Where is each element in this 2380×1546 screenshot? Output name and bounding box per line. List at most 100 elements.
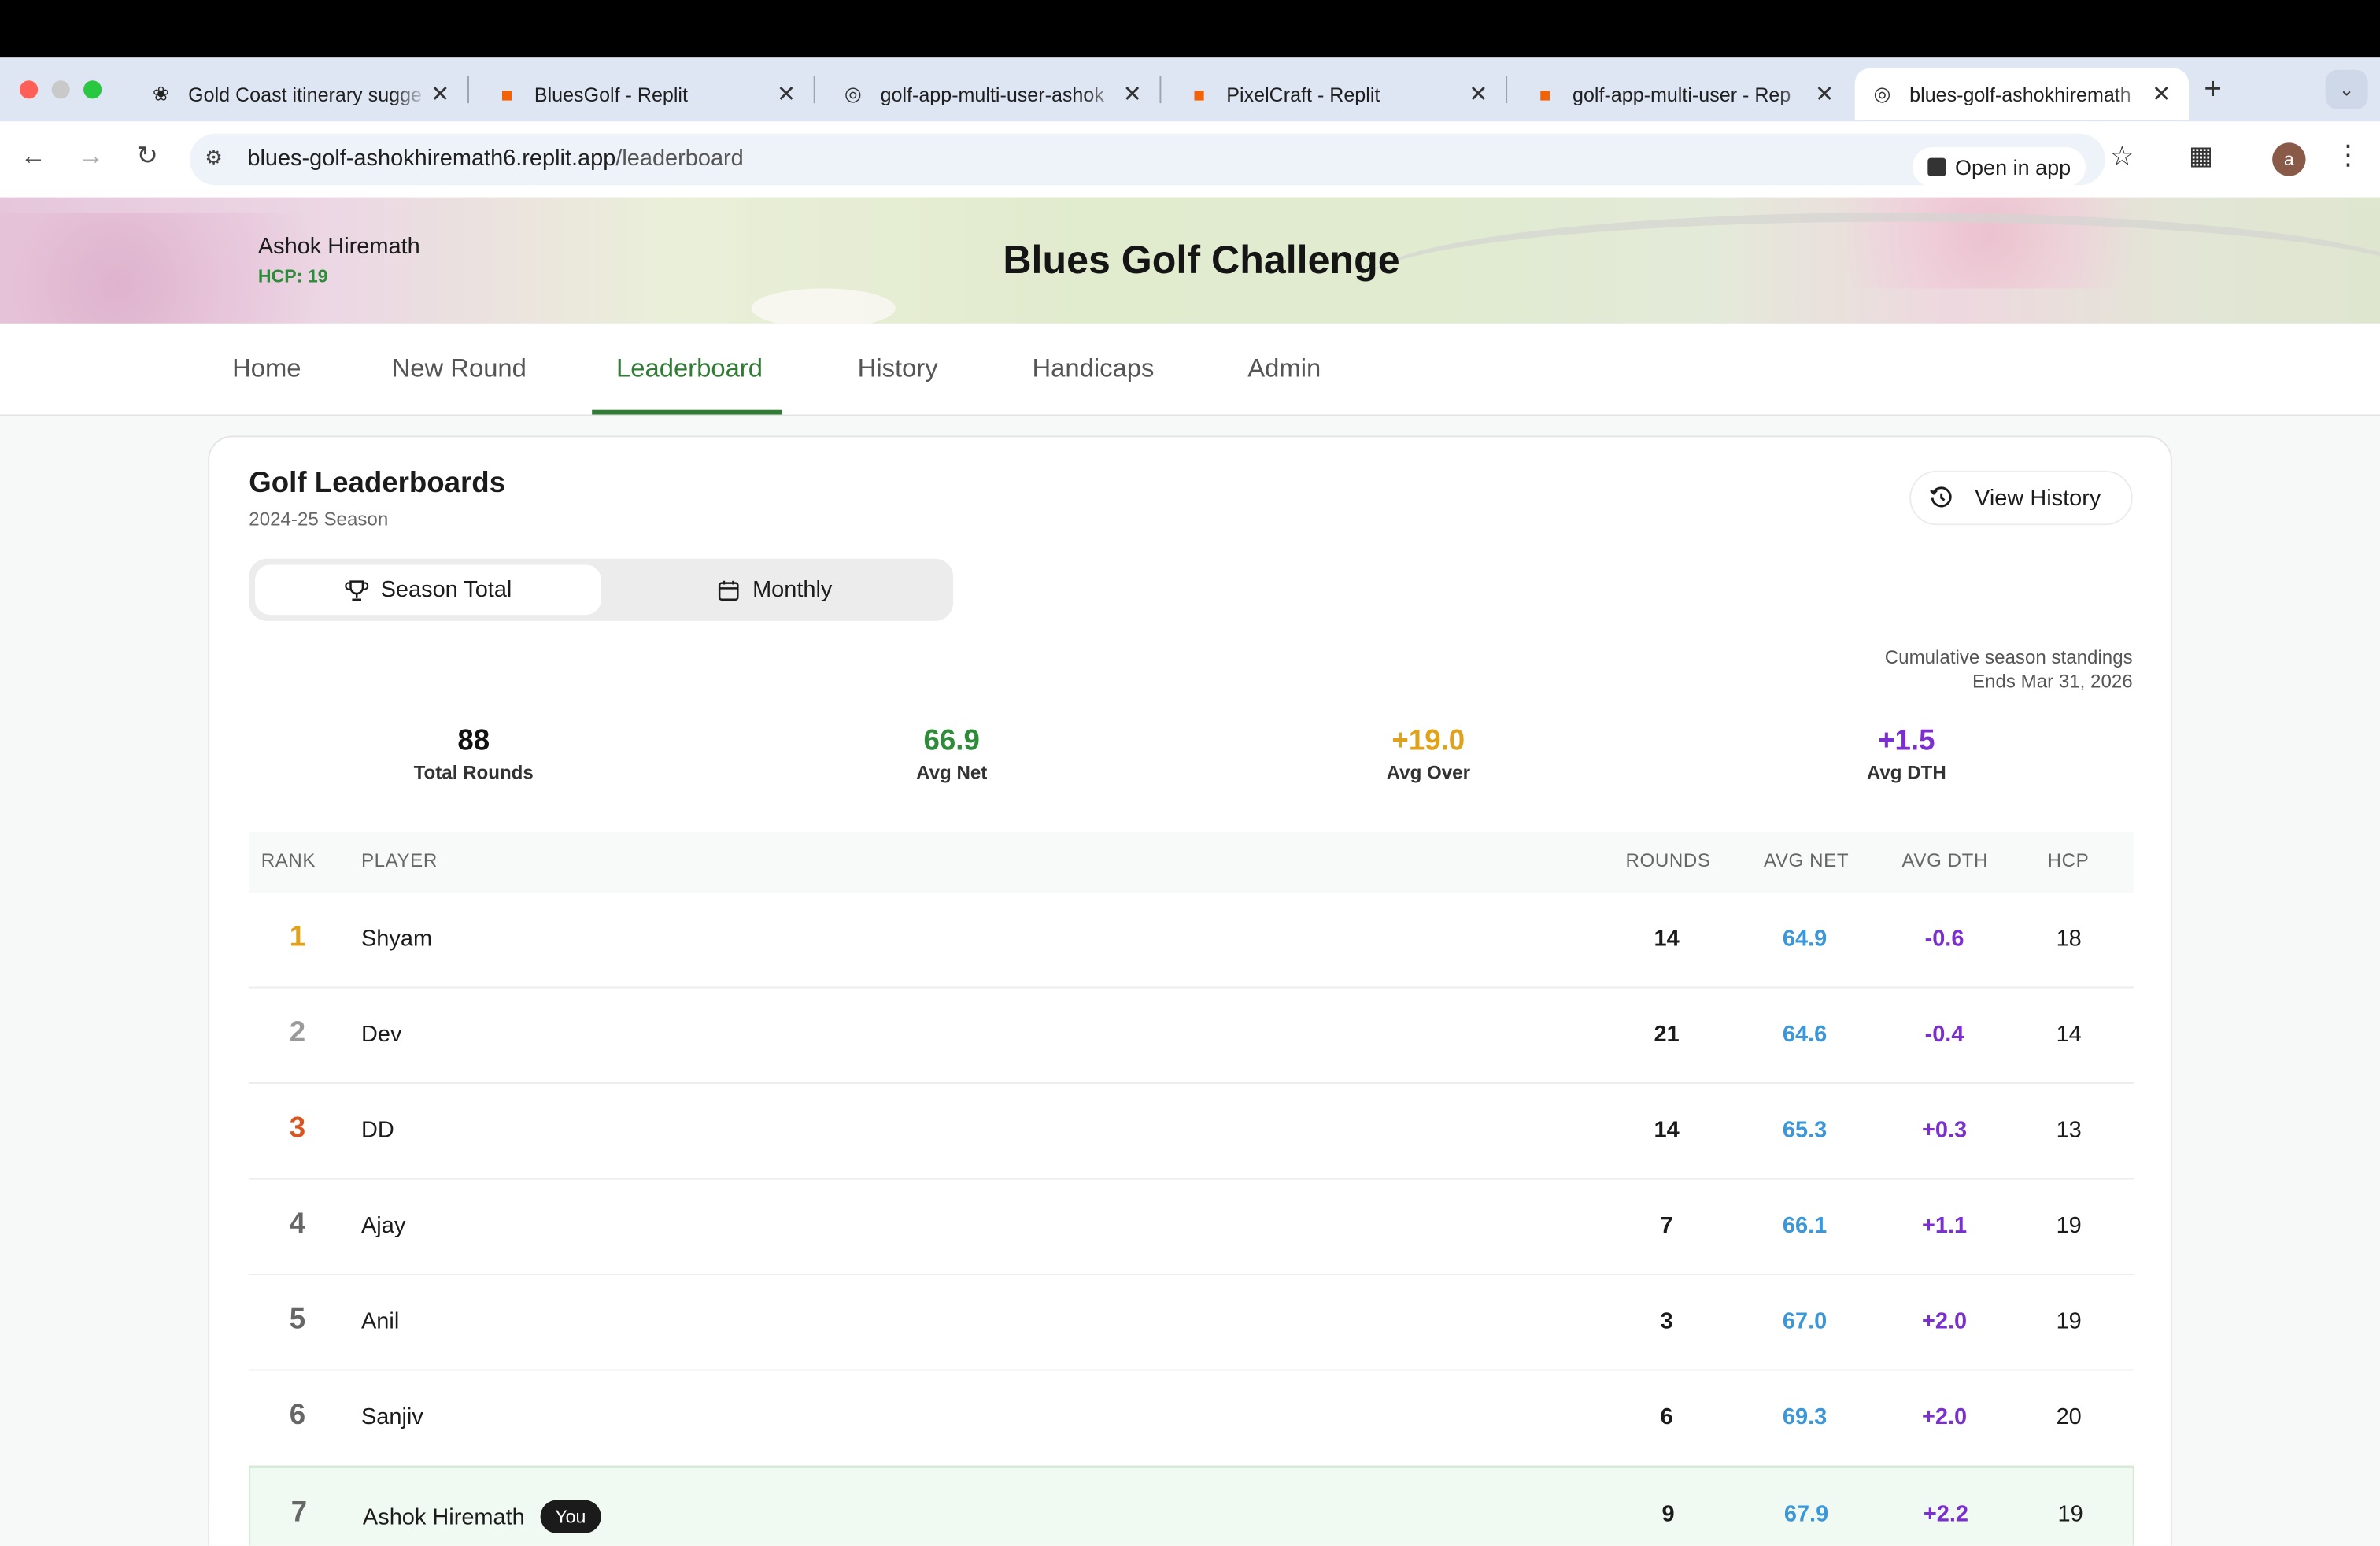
browser-tab[interactable]: ■ BluesGolf - Replit ✕ — [479, 68, 813, 120]
hcp-cell: 13 — [2056, 1117, 2082, 1144]
rounds-cell: 21 — [1654, 1021, 1680, 1048]
table-row[interactable]: 7 Ashok Hiremath You 9 67.9 +2.2 19 — [249, 1466, 2134, 1546]
view-history-label: View History — [1975, 485, 2101, 511]
table-row[interactable]: 2 Dev 21 64.6 -0.4 14 — [249, 988, 2134, 1085]
rank-cell: 5 — [289, 1304, 306, 1337]
table-row[interactable]: 5 Anil 3 67.0 +2.0 19 — [249, 1275, 2134, 1371]
close-tab-icon[interactable]: ✕ — [1120, 80, 1144, 108]
tab-label: golf-app-multi-user-ashok — [880, 83, 1104, 106]
table-row[interactable]: 6 Sanjiv 6 69.3 +2.0 20 — [249, 1370, 2134, 1467]
stat-value: +1.5 — [1878, 725, 1935, 758]
column-rank[interactable]: RANK — [261, 850, 316, 871]
rounds-cell: 6 — [1660, 1404, 1673, 1430]
season-total-label: Season Total — [380, 576, 512, 603]
table-row[interactable]: 1 Shyam 14 64.9 -0.6 18 — [249, 893, 2134, 989]
avg-dth-cell: +2.0 — [1921, 1404, 1968, 1430]
monthly-tab[interactable]: Monthly — [601, 564, 948, 615]
table-row[interactable]: 3 DD 14 65.3 +0.3 13 — [249, 1084, 2134, 1180]
open-in-app-button[interactable]: Open in app — [1913, 147, 2086, 187]
replit-icon: ■ — [1193, 83, 1206, 106]
new-tab-icon[interactable]: + — [2204, 73, 2222, 108]
tab-separator — [813, 76, 815, 104]
app-title: Blues Golf Challenge — [1003, 236, 1400, 283]
app-icon — [1927, 157, 1946, 176]
close-tab-icon[interactable]: ✕ — [2149, 80, 2174, 108]
window-title-bar — [0, 0, 2380, 58]
bookmark-star-icon[interactable]: ☆ — [2110, 141, 2134, 173]
stat-label: Avg Over — [1386, 762, 1470, 784]
tab-search-icon[interactable]: ⌄ — [2325, 69, 2368, 109]
nav-handicaps[interactable]: Handicaps — [1032, 353, 1154, 384]
stat-value: +19.0 — [1391, 725, 1465, 758]
avg-net-cell: 67.0 — [1782, 1308, 1828, 1335]
url-text[interactable]: blues-golf-ashokhiremath6.replit.app/lea… — [247, 146, 743, 172]
browser-menu-icon[interactable]: ⋮ — [2334, 139, 2362, 172]
monthly-label: Monthly — [752, 576, 833, 603]
column-hcp[interactable]: HCP — [2048, 850, 2090, 871]
stat-label: Avg Net — [916, 762, 988, 784]
nav-leaderboard[interactable]: Leaderboard — [616, 353, 763, 384]
profile-avatar[interactable]: a — [2272, 142, 2306, 176]
open-in-app-label: Open in app — [1955, 154, 2071, 179]
column-rounds[interactable]: ROUNDS — [1626, 850, 1711, 871]
season-label: 2024-25 Season — [249, 509, 389, 531]
rank-cell: 6 — [289, 1400, 306, 1432]
hcp-cell: 20 — [2056, 1404, 2082, 1430]
player-name: Ajay — [361, 1212, 406, 1239]
nav-admin[interactable]: Admin — [1247, 353, 1321, 384]
browser-tab[interactable]: ■ golf-app-multi-user - Rep ✕ — [1518, 68, 1852, 120]
close-tab-icon[interactable]: ✕ — [428, 80, 453, 108]
close-tab-icon[interactable]: ✕ — [1813, 80, 1837, 108]
nav-history[interactable]: History — [858, 353, 938, 384]
column-avg-dth[interactable]: AVG DTH — [1902, 850, 1988, 871]
close-tab-icon[interactable]: ✕ — [774, 80, 799, 108]
rounds-cell: 14 — [1654, 926, 1680, 952]
player-cell: Ashok Hiremath You — [363, 1500, 601, 1534]
browser-tab[interactable]: ◎ blues-golf-ashokhiremath ✕ — [1854, 68, 2190, 120]
browser-tab[interactable]: ❀ Gold Coast itinerary sugge ✕ — [134, 68, 468, 120]
table-row[interactable]: 4 Ajay 7 66.1 +1.1 19 — [249, 1179, 2134, 1276]
player-name: DD — [361, 1117, 394, 1144]
tab-separator — [1506, 76, 1508, 104]
stat-label: Total Rounds — [413, 762, 534, 784]
reload-icon[interactable]: ↻ — [129, 141, 165, 172]
you-badge: You — [540, 1500, 601, 1533]
view-history-button[interactable]: View History — [1909, 470, 2133, 526]
nav-new-round[interactable]: New Round — [392, 353, 527, 384]
close-window-button[interactable] — [20, 80, 39, 99]
back-icon[interactable]: ← — [15, 141, 51, 172]
browser-tab[interactable]: ■ PixelCraft - Replit ✕ — [1172, 68, 1506, 120]
avg-net-cell: 64.6 — [1782, 1021, 1828, 1048]
nav-home[interactable]: Home — [232, 353, 301, 384]
forward-icon[interactable]: → — [73, 141, 109, 172]
browser-tab[interactable]: ◎ golf-app-multi-user-ashok ✕ — [826, 68, 1159, 120]
season-total-tab[interactable]: Season Total — [255, 564, 601, 616]
stat-avg-net: 66.9 Avg Net — [800, 726, 1103, 783]
hcp-cell: 19 — [2057, 1501, 2083, 1528]
browser-toolbar: ← → ↻ ⚙ blues-golf-ashokhiremath6.replit… — [0, 121, 2380, 198]
replit-icon: ■ — [501, 83, 513, 106]
tab-label: blues-golf-ashokhiremath — [1909, 83, 2131, 106]
globe-icon: ◎ — [1873, 82, 1891, 105]
site-info-icon[interactable]: ⚙ — [205, 146, 222, 170]
minimize-window-button[interactable] — [51, 80, 70, 99]
replit-icon: ■ — [1539, 83, 1551, 106]
close-tab-icon[interactable]: ✕ — [1466, 80, 1491, 108]
table-header: RANK PLAYER ROUNDS AVG NET AVG DTH HCP — [249, 831, 2134, 893]
extensions-icon[interactable]: ▦ — [2189, 141, 2213, 172]
rounds-cell: 3 — [1660, 1308, 1673, 1335]
rank-cell: 1 — [289, 921, 306, 954]
address-bar[interactable]: ⚙ blues-golf-ashokhiremath6.replit.app/l… — [190, 133, 2105, 187]
rank-cell: 4 — [289, 1208, 306, 1241]
column-player[interactable]: PLAYER — [361, 850, 438, 871]
rank-cell: 7 — [290, 1496, 308, 1529]
player-cell: Anil — [361, 1308, 399, 1334]
period-toggle: Season Total Monthly — [249, 558, 954, 621]
openai-icon: ❀ — [152, 82, 169, 105]
globe-icon: ◎ — [844, 82, 862, 105]
tab-label: golf-app-multi-user - Rep — [1572, 83, 1791, 106]
player-name: Dev — [361, 1021, 402, 1048]
avg-net-cell: 67.9 — [1783, 1501, 1829, 1528]
maximize-window-button[interactable] — [83, 80, 102, 99]
column-avg-net[interactable]: AVG NET — [1764, 850, 1849, 871]
